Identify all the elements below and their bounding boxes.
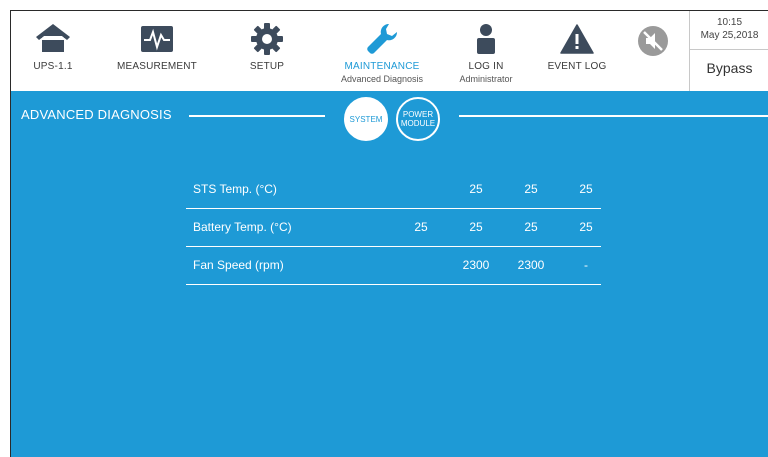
home-icon (36, 23, 70, 55)
nav-sublabel-login: Administrator (459, 74, 513, 84)
nav-sublabel-maintenance: Advanced Diagnosis (340, 74, 424, 84)
nav-item-measurement[interactable]: MEASUREMENT (109, 11, 205, 91)
table-cell: 25 (469, 182, 483, 196)
status-date: May 25,2018 (700, 30, 759, 41)
table-cell: 25 (524, 182, 538, 196)
waveform-icon (140, 23, 174, 55)
warning-icon (560, 23, 594, 55)
status-time: 10:15 (716, 17, 743, 28)
tab-system-label: SYSTEM (349, 114, 383, 124)
table-row-fan-speed: Fan Speed (rpm) 2300 2300 - (186, 247, 601, 285)
tab-system[interactable]: SYSTEM (344, 97, 388, 141)
gear-icon (250, 23, 284, 55)
user-icon (475, 23, 497, 55)
table-cell: - (584, 258, 588, 272)
status-panel: 10:15 May 25,2018 Bypass (689, 11, 768, 91)
nav-item-ups[interactable]: UPS-1.1 (23, 11, 83, 91)
table-cell: 25 (414, 220, 428, 234)
nav-label-setup: SETUP (249, 61, 285, 72)
mute-icon (638, 26, 668, 56)
nav-label-maintenance: MAINTENANCE (344, 61, 420, 72)
status-divider (690, 49, 768, 50)
row-label: Fan Speed (rpm) (193, 258, 284, 272)
nav-item-event-log[interactable]: EVENT LOG (539, 11, 615, 91)
row-label: Battery Temp. (°C) (193, 220, 292, 234)
nav-label-login: LOG IN (468, 61, 504, 72)
nav-label-event-log: EVENT LOG (547, 61, 607, 72)
main-panel: ADVANCED DIAGNOSIS SYSTEM POWER MODULE ST… (11, 91, 768, 457)
tab-power-module-label: POWER MODULE (400, 110, 436, 128)
mute-button[interactable] (637, 25, 669, 57)
table-cell: 2300 (517, 258, 545, 272)
table-row-battery-temp: Battery Temp. (°C) 25 25 25 25 (186, 209, 601, 247)
diagnosis-table: STS Temp. (°C) 25 25 25 Battery Temp. (°… (186, 171, 601, 285)
top-navigation-bar: UPS-1.1 MEASUREMENT SETUP MAINTENANCE Ad… (11, 11, 768, 91)
nav-item-maintenance[interactable]: MAINTENANCE Advanced Diagnosis (327, 11, 437, 91)
nav-label-ups: UPS-1.1 (33, 61, 73, 72)
wrench-icon (365, 23, 399, 55)
title-divider-left (189, 115, 325, 117)
nav-label-measurement: MEASUREMENT (117, 61, 197, 72)
table-row-sts-temp: STS Temp. (°C) 25 25 25 (186, 171, 601, 209)
row-label: STS Temp. (°C) (193, 182, 277, 196)
title-divider-right (459, 115, 768, 117)
page-title: ADVANCED DIAGNOSIS (21, 107, 172, 122)
table-cell: 25 (469, 220, 483, 234)
table-cell: 25 (579, 220, 593, 234)
table-cell: 25 (579, 182, 593, 196)
nav-item-login[interactable]: LOG IN Administrator (451, 11, 521, 91)
table-cell: 2300 (462, 258, 490, 272)
table-cell: 25 (524, 220, 538, 234)
tab-power-module[interactable]: POWER MODULE (396, 97, 440, 141)
status-mode: Bypass (706, 60, 753, 76)
nav-item-setup[interactable]: SETUP (237, 11, 297, 91)
